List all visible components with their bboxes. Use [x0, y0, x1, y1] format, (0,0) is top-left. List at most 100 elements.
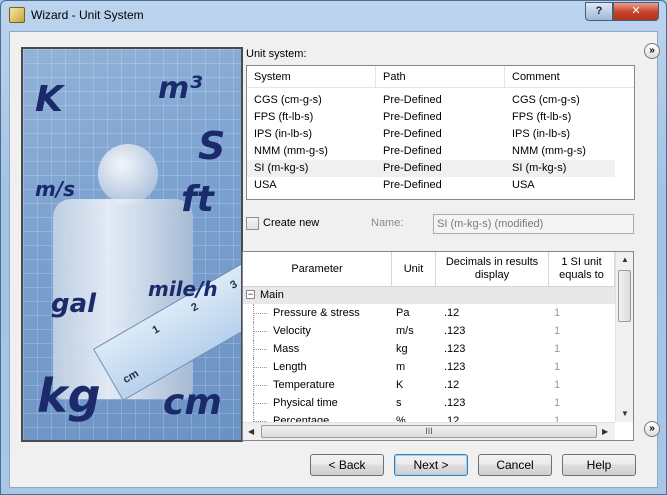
unit-system-list-header: System Path Comment: [247, 66, 634, 88]
ruler-mark: cm: [121, 367, 141, 386]
parameter-grid[interactable]: Parameter Unit Decimals in results displ…: [242, 251, 634, 441]
system-cell: NMM (mm-g-s): [254, 145, 328, 157]
window-title: Wizard - Unit System: [31, 8, 144, 22]
wizard-window: Wizard - Unit System ? ✕ cm 1 2 3 K m³ S…: [0, 0, 667, 495]
scroll-right-icon[interactable]: ▶: [602, 427, 608, 436]
scroll-left-icon[interactable]: ◀: [248, 427, 254, 436]
horizontal-scrollbar[interactable]: ◀ III ▶: [243, 422, 615, 440]
ruler-mark: 2: [189, 300, 201, 315]
parameter-row[interactable]: Temperature K .12 1: [243, 376, 615, 394]
tree-line: [253, 349, 267, 350]
comment-cell: NMM (mm-g-s): [512, 145, 586, 157]
unit-cell: m: [396, 361, 406, 373]
name-label: Name:: [371, 217, 404, 229]
parameter-cell: Physical time: [273, 397, 338, 409]
vertical-scrollbar[interactable]: ▲ ▼: [615, 252, 633, 422]
comment-cell: USA: [512, 179, 535, 191]
decimals-cell[interactable]: .123: [444, 340, 465, 358]
tree-line: [253, 313, 267, 314]
column-header-decimals[interactable]: Decimals in results display: [436, 252, 549, 287]
wizard-body: cm 1 2 3 K m³ S m/s ft gal mile/h kg cm …: [9, 31, 660, 488]
unit-cell: m/s: [396, 325, 414, 337]
unit-system-row[interactable]: FPS (ft-lb-s) Pre-Defined FPS (ft-lb-s): [247, 109, 615, 126]
decimals-cell[interactable]: .12: [444, 376, 459, 394]
tree-line: [253, 331, 267, 332]
create-new-checkbox[interactable]: [246, 217, 259, 230]
cancel-button[interactable]: Cancel: [478, 454, 552, 476]
parameter-cell: Mass: [273, 343, 300, 355]
decimals-cell[interactable]: .123: [444, 358, 465, 376]
column-header-parameter[interactable]: Parameter: [243, 252, 392, 287]
app-icon: [9, 7, 25, 23]
scroll-down-icon[interactable]: ▼: [621, 409, 629, 418]
unit-illustration: cm 1 2 3 K m³ S m/s ft gal mile/h kg cm: [21, 47, 243, 442]
next-button[interactable]: Next >: [394, 454, 468, 476]
title-bar: Wizard - Unit System ? ✕: [1, 1, 666, 31]
tree-line: [253, 403, 267, 404]
unit-word: ft: [181, 179, 214, 220]
unit-system-row[interactable]: IPS (in-lb-s) Pre-Defined IPS (in-lb-s): [247, 126, 615, 143]
column-header-si-equals[interactable]: 1 SI unit equals to: [549, 252, 615, 287]
column-header-comment[interactable]: Comment: [505, 66, 634, 88]
decimals-cell[interactable]: .123: [444, 394, 465, 412]
parameter-cell: Velocity: [273, 325, 311, 337]
unit-word: kg: [37, 369, 101, 423]
path-cell: Pre-Defined: [383, 145, 442, 157]
horizontal-scroll-thumb[interactable]: III: [261, 425, 597, 438]
ruler-mark: 3: [228, 278, 240, 292]
unit-system-label: Unit system:: [246, 48, 307, 60]
parameter-row[interactable]: Mass kg .123 1: [243, 340, 615, 358]
unit-system-row[interactable]: SI (m-kg-s) Pre-Defined SI (m-kg-s): [247, 160, 615, 177]
close-button[interactable]: ✕: [613, 2, 659, 21]
unit-word: mile/h: [148, 277, 218, 301]
decimals-cell[interactable]: .12: [444, 304, 459, 322]
system-cell: USA: [254, 179, 277, 191]
collapse-icon[interactable]: −: [246, 290, 255, 299]
tree-line: [253, 367, 267, 368]
unit-word: m/s: [35, 177, 76, 201]
back-button[interactable]: < Back: [310, 454, 384, 476]
help-button[interactable]: Help: [562, 454, 636, 476]
expand-top-button[interactable]: »: [644, 43, 660, 59]
system-cell: FPS (ft-lb-s): [254, 111, 314, 123]
unit-cell: K: [396, 379, 404, 391]
unit-system-list[interactable]: System Path Comment CGS (cm-g-s) Pre-Defi…: [246, 65, 635, 200]
path-cell: Pre-Defined: [383, 162, 442, 174]
unit-word: gal: [51, 289, 97, 319]
name-field[interactable]: SI (m-kg-s) (modified): [433, 214, 634, 234]
unit-system-row[interactable]: USA Pre-Defined USA: [247, 177, 615, 194]
parameter-cell: Temperature: [273, 379, 335, 391]
parameter-row[interactable]: Length m .123 1: [243, 358, 615, 376]
path-cell: Pre-Defined: [383, 111, 442, 123]
group-label: Main: [260, 289, 284, 301]
decimals-cell[interactable]: .123: [444, 322, 465, 340]
unit-cell: Pa: [396, 307, 410, 319]
expand-bottom-button[interactable]: »: [644, 421, 660, 437]
column-header-system[interactable]: System: [247, 66, 376, 88]
comment-cell: FPS (ft-lb-s): [512, 111, 572, 123]
group-row-main[interactable]: − Main: [243, 287, 615, 304]
parameter-row[interactable]: Physical time s .123 1: [243, 394, 615, 412]
column-header-path[interactable]: Path: [376, 66, 505, 88]
path-cell: Pre-Defined: [383, 94, 442, 106]
unit-system-row[interactable]: NMM (mm-g-s) Pre-Defined NMM (mm-g-s): [247, 143, 615, 160]
unit-word: S: [198, 124, 226, 168]
unit-cell: kg: [396, 343, 408, 355]
si-equals-cell: 1: [554, 307, 561, 319]
path-cell: Pre-Defined: [383, 179, 442, 191]
unit-cell: s: [396, 397, 402, 409]
unit-system-row[interactable]: CGS (cm-g-s) Pre-Defined CGS (cm-g-s): [247, 92, 615, 109]
parameter-row[interactable]: Pressure & stress Pa .12 1: [243, 304, 615, 322]
column-header-unit[interactable]: Unit: [392, 252, 436, 287]
scroll-up-icon[interactable]: ▲: [621, 255, 629, 264]
create-new-label[interactable]: Create new: [263, 217, 319, 229]
system-cell: CGS (cm-g-s): [254, 94, 322, 106]
tree-line: [253, 385, 267, 386]
ruler-mark: 1: [150, 323, 162, 337]
vertical-scroll-thumb[interactable]: [618, 270, 631, 322]
path-cell: Pre-Defined: [383, 128, 442, 140]
system-cell: SI (m-kg-s): [254, 162, 309, 174]
parameter-cell: Pressure & stress: [273, 307, 360, 319]
parameter-row[interactable]: Velocity m/s .123 1: [243, 322, 615, 340]
title-help-button[interactable]: ?: [585, 2, 613, 21]
